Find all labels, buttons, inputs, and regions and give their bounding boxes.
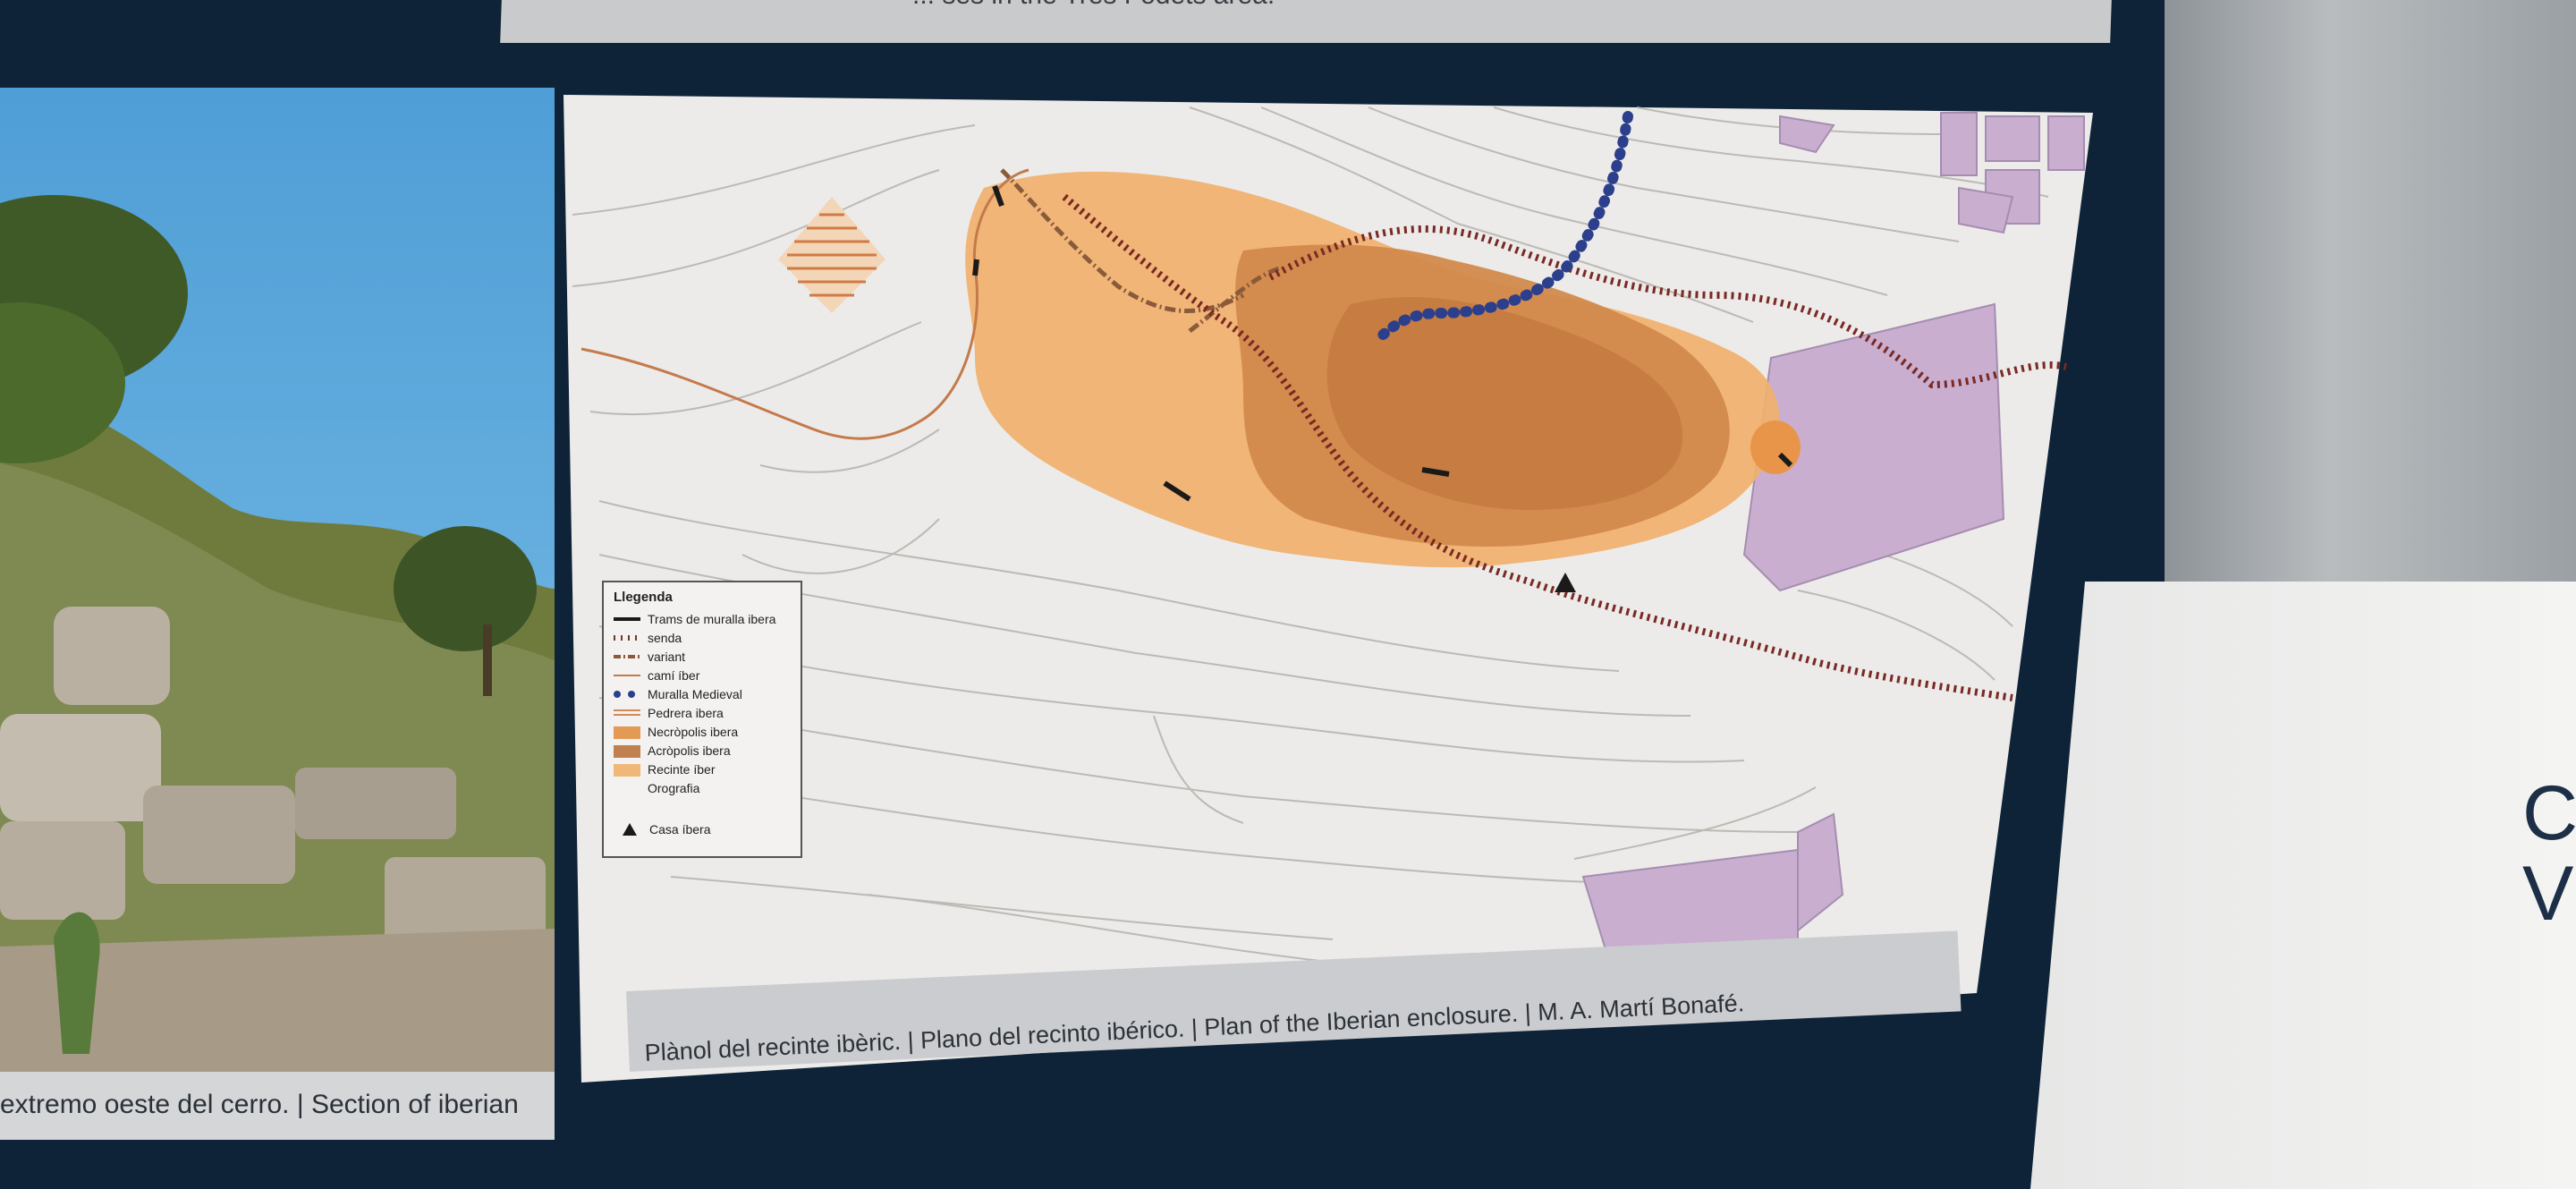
necropolis-spot	[1750, 420, 1801, 474]
landscape-photo	[0, 88, 555, 1090]
legend-symbol-recinte	[614, 764, 640, 777]
legend-symbol-medieval-b	[628, 691, 635, 698]
top-caption: ... ses in the Tres Fodets area.	[912, 0, 1275, 11]
right-wall-text-line2: VI	[2522, 851, 2576, 937]
legend-label-orografia: Orografia	[648, 781, 700, 795]
legend-label-muralla: Trams de muralla ibera	[648, 612, 776, 626]
legend-title: Llegenda	[614, 590, 674, 605]
legend-label-cami: camí íber	[648, 668, 700, 683]
legend-label-recinte: Recinte íber	[648, 762, 716, 777]
top-info-strip	[500, 0, 2112, 43]
landscape-photo-image	[0, 88, 555, 1090]
right-wall-text-line1: C	[2522, 770, 2576, 856]
legend-symbol-necropolis	[614, 726, 640, 739]
legend-label-variant: variant	[648, 650, 685, 664]
legend-label-medieval: Muralla Medieval	[648, 687, 742, 701]
legend-label-senda: senda	[648, 631, 682, 645]
photo-caption: extremo oeste del cerro. | Section of ib…	[0, 1090, 519, 1119]
legend-label-necropolis: Necròpolis ibera	[648, 725, 738, 739]
legend-label-pedrera: Pedrera ibera	[648, 706, 724, 720]
legend-label-acropolis: Acròpolis ibera	[648, 743, 731, 758]
legend-symbol-acropolis	[614, 745, 640, 758]
legend-symbol-medieval-a	[614, 691, 621, 698]
right-wall-panel	[2030, 582, 2576, 1189]
legend-label-casa: Casa íbera	[649, 822, 711, 837]
map-legend: Llegenda Trams de muralla ibera senda va…	[602, 581, 802, 858]
